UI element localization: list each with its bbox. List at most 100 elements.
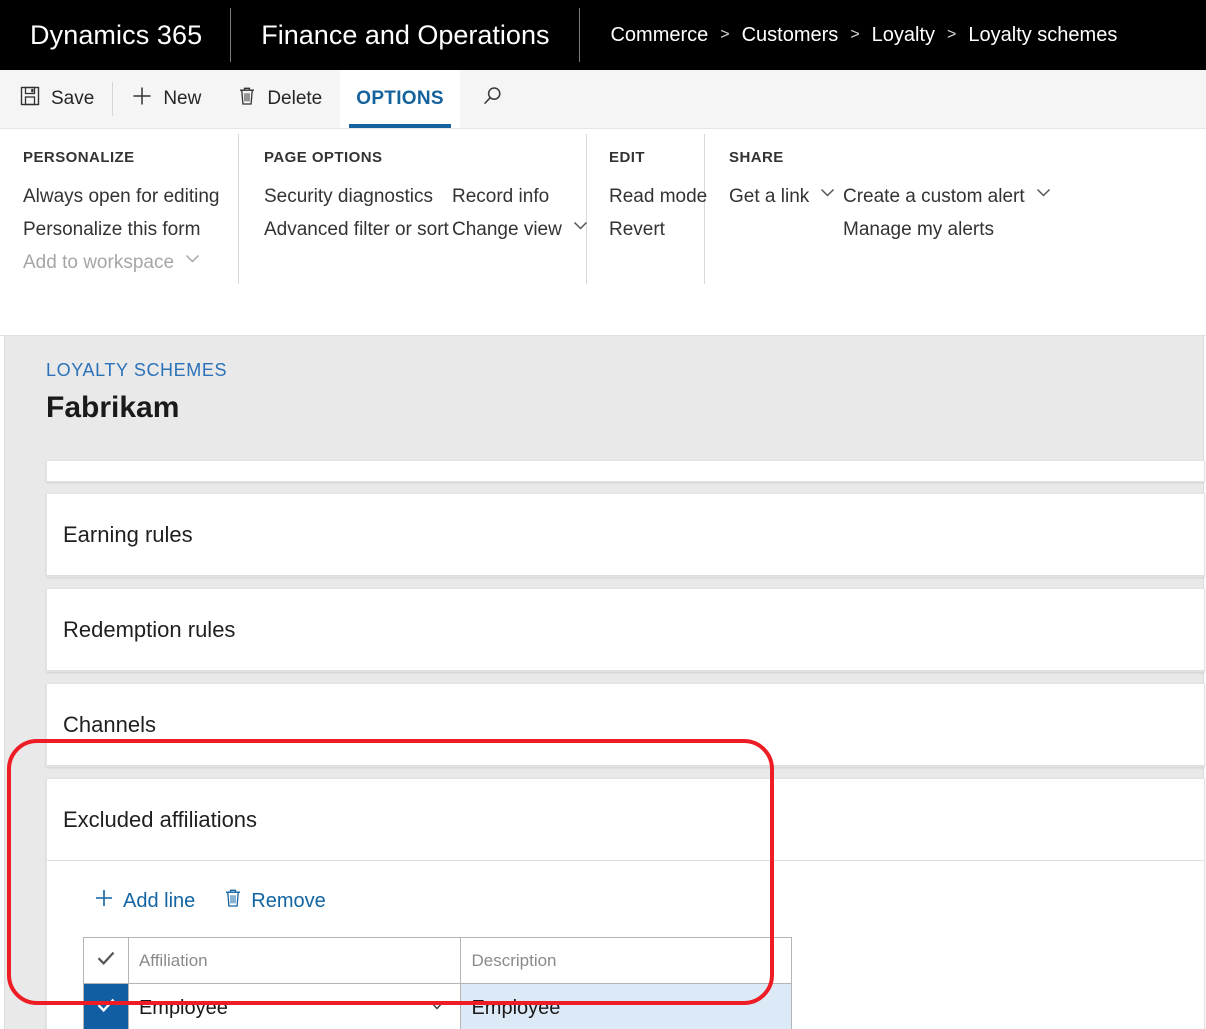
option-revert[interactable]: Revert [609, 213, 704, 246]
options-group-personalize: PERSONALIZE Always open for editing Pers… [23, 129, 238, 290]
checkmark-icon [95, 947, 117, 974]
options-group-heading: SHARE [729, 149, 843, 166]
save-disk-icon [19, 85, 41, 113]
page-header: LOYALTY SCHEMES Fabrikam [46, 360, 227, 425]
grid-toolbar: Add line [47, 861, 1204, 937]
breadcrumb-separator-icon: > [720, 26, 729, 44]
page-title: Fabrikam [46, 391, 227, 425]
add-line-label: Add line [123, 890, 195, 913]
breadcrumb-separator-icon: > [947, 26, 956, 44]
page-caption: LOYALTY SCHEMES [46, 360, 227, 381]
page-body: LOYALTY SCHEMES Fabrikam Earning rules R… [0, 336, 1206, 1029]
breadcrumb-item-commerce[interactable]: Commerce [610, 24, 708, 47]
checkmark-icon [95, 994, 117, 1022]
option-advanced-filter-or-sort[interactable]: Advanced filter or sort [264, 213, 452, 246]
plus-icon [93, 887, 115, 915]
app-window: Dynamics 365 Finance and Operations Comm… [0, 0, 1206, 1029]
option-label: Security diagnostics [264, 180, 433, 213]
chevron-down-icon [1034, 180, 1053, 213]
column-header-affiliation[interactable]: Affiliation [129, 938, 462, 984]
options-group-share: SHARE Get a link [705, 129, 843, 290]
option-always-open-for-editing[interactable]: Always open for editing [23, 180, 238, 213]
breadcrumb-item-loyalty[interactable]: Loyalty [872, 24, 935, 47]
select-all-checkbox[interactable] [84, 938, 129, 984]
option-security-diagnostics[interactable]: Security diagnostics [264, 180, 452, 213]
option-label: Revert [609, 213, 665, 246]
option-label: Change view [452, 213, 562, 246]
option-manage-my-alerts[interactable]: Manage my alerts [843, 213, 1053, 246]
product-brand[interactable]: Dynamics 365 [0, 0, 230, 70]
fasttab-header: Channels [47, 684, 1204, 766]
new-button-label: New [163, 88, 201, 110]
option-personalize-this-form[interactable]: Personalize this form [23, 213, 238, 246]
options-group-heading: EDIT [609, 149, 704, 166]
option-label: Create a custom alert [843, 180, 1025, 213]
delete-button[interactable]: Delete [219, 70, 340, 128]
option-read-mode[interactable]: Read mode [609, 180, 704, 213]
breadcrumb-separator-icon: > [850, 26, 859, 44]
cell-affiliation[interactable]: Employee [129, 984, 462, 1029]
fasttab-summary[interactable] [46, 460, 1205, 482]
delete-button-label: Delete [267, 88, 322, 110]
option-label: Advanced filter or sort [264, 213, 449, 246]
cell-description[interactable]: Employee [461, 984, 791, 1029]
option-label: Personalize this form [23, 213, 200, 246]
options-group-page-options: PAGE OPTIONS Security diagnostics Advanc… [239, 129, 452, 290]
option-create-a-custom-alert[interactable]: Create a custom alert [843, 180, 1053, 213]
top-navigation-bar: Dynamics 365 Finance and Operations Comm… [0, 0, 1206, 70]
option-label: Record info [452, 180, 549, 213]
breadcrumb-item-loyalty-schemes[interactable]: Loyalty schemes [968, 24, 1117, 47]
options-group-alerts: Create a custom alert Manage my alerts [843, 129, 1053, 290]
save-button[interactable]: Save [0, 70, 112, 128]
fasttab-earning-rules[interactable]: Earning rules [46, 493, 1205, 577]
option-add-to-workspace[interactable]: Add to workspace [23, 246, 238, 279]
option-record-info[interactable]: Record info [452, 180, 586, 213]
plus-icon [131, 85, 153, 113]
options-group-heading: PERSONALIZE [23, 149, 238, 166]
tab-options[interactable]: OPTIONS [340, 70, 460, 128]
remove-label: Remove [251, 890, 325, 913]
tab-options-label: OPTIONS [356, 88, 444, 110]
search-icon [479, 84, 505, 115]
save-button-label: Save [51, 88, 94, 110]
options-group-heading: PAGE OPTIONS [264, 149, 452, 166]
option-get-a-link[interactable]: Get a link [729, 180, 843, 213]
remove-button[interactable]: Remove [223, 887, 325, 915]
excluded-affiliations-body: Add line [47, 861, 1204, 1029]
fasttab-channels[interactable]: Channels [46, 683, 1205, 767]
fasttab-excluded-affiliations[interactable]: Excluded affiliations Add line [46, 778, 1205, 1029]
option-label: Read mode [609, 180, 707, 213]
fasttab-header: Redemption rules [47, 589, 1204, 671]
option-label: Manage my alerts [843, 213, 994, 246]
breadcrumb: Commerce > Customers > Loyalty > Loyalty… [580, 0, 1117, 70]
cell-affiliation-value: Employee [139, 997, 228, 1020]
chevron-down-icon [818, 180, 837, 213]
option-label: Get a link [729, 180, 809, 213]
options-action-pane: PERSONALIZE Always open for editing Pers… [0, 129, 1206, 336]
chevron-down-icon [183, 246, 202, 279]
page-surface: LOYALTY SCHEMES Fabrikam Earning rules R… [4, 336, 1204, 1029]
column-header-description[interactable]: Description [461, 938, 791, 984]
row-select-checkbox[interactable] [84, 984, 129, 1029]
fasttab-redemption-rules[interactable]: Redemption rules [46, 588, 1205, 672]
add-line-button[interactable]: Add line [93, 887, 195, 915]
option-label: Add to workspace [23, 246, 174, 279]
options-group-edit: EDIT Read mode Revert [587, 129, 704, 290]
fasttab-list: Earning rules Redemption rules Channels … [46, 460, 1205, 1029]
new-button[interactable]: New [113, 70, 219, 128]
command-bar: Save New Delete OPTIONS [0, 70, 1206, 129]
grid-header-row: Affiliation Description [84, 938, 791, 984]
module-name[interactable]: Finance and Operations [231, 0, 579, 70]
trash-icon [223, 887, 243, 915]
breadcrumb-item-customers[interactable]: Customers [742, 24, 839, 47]
option-label: Always open for editing [23, 180, 219, 213]
option-change-view[interactable]: Change view [452, 213, 586, 246]
table-row[interactable]: Employee Employee [84, 984, 791, 1029]
fasttab-header: Earning rules [47, 494, 1204, 576]
chevron-down-icon[interactable] [426, 994, 448, 1022]
excluded-affiliations-grid: Affiliation Description [83, 937, 792, 1029]
options-group-view: Record info Change view [452, 129, 586, 290]
search-button[interactable] [460, 70, 524, 128]
trash-icon [237, 85, 257, 113]
fasttab-header: Excluded affiliations [47, 779, 1204, 861]
